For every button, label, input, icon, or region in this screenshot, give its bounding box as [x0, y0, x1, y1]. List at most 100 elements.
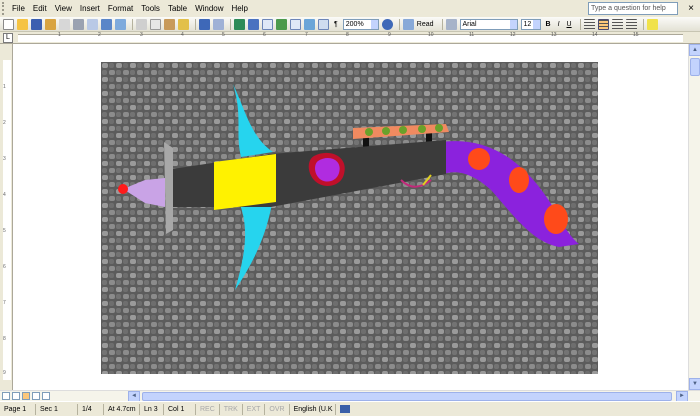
vruler-number: 4 [3, 192, 6, 198]
extend-selection-indicator[interactable]: EXT [243, 403, 266, 415]
save-icon[interactable] [31, 18, 42, 30]
insert-excel-icon[interactable] [276, 18, 287, 30]
justify-icon[interactable] [625, 18, 637, 30]
styles-icon[interactable] [445, 18, 457, 30]
cut-icon[interactable] [136, 18, 147, 30]
menu-view[interactable]: View [51, 0, 76, 17]
stock-spot [468, 148, 490, 170]
undo-icon[interactable] [199, 18, 210, 30]
help-icon[interactable] [381, 18, 393, 30]
spelling-icon[interactable] [101, 18, 112, 30]
ruler-number: 2 [98, 32, 101, 38]
ruler-number: 13 [551, 32, 557, 38]
vertical-ruler[interactable]: 1 2 3 4 5 6 7 8 9 [0, 44, 13, 390]
status-page[interactable]: Page 1 [0, 403, 36, 415]
italic-button[interactable]: I [556, 19, 562, 30]
chevron-down-icon [370, 19, 378, 29]
vertical-scrollbar[interactable]: ▲ ▼ [688, 44, 700, 390]
tables-borders-icon[interactable] [248, 18, 259, 30]
toolbar-separator [195, 18, 196, 30]
scope-dot [435, 124, 443, 132]
vertical-scroll-thumb[interactable] [690, 58, 700, 76]
underline-button[interactable]: U [565, 19, 574, 30]
language-indicator[interactable]: English (U.K [290, 403, 336, 415]
horizontal-scroll-thumb[interactable] [142, 392, 672, 401]
reading-layout-view-icon[interactable] [42, 392, 50, 400]
status-column[interactable]: Col 1 [164, 403, 196, 415]
zoom-select[interactable]: 200% [342, 18, 379, 30]
vruler-number: 8 [3, 336, 6, 342]
toolbar-separator [441, 18, 443, 30]
read-icon [402, 18, 414, 30]
email-icon[interactable] [59, 18, 70, 30]
ruler-number: 15 [633, 32, 639, 38]
scroll-up-button[interactable]: ▲ [689, 44, 700, 56]
overtype-indicator[interactable]: OVR [265, 403, 290, 415]
show-formatting-button[interactable]: ¶ [332, 19, 340, 30]
paste-icon[interactable] [164, 18, 175, 30]
menu-format[interactable]: Format [104, 0, 137, 17]
toolbar-separator [398, 18, 400, 30]
status-position[interactable]: At 4.7cm [104, 403, 140, 415]
tab-selector[interactable]: L [3, 33, 13, 43]
ruler-number: 8 [346, 32, 349, 38]
print-layout-view-icon[interactable] [22, 392, 30, 400]
copy-icon[interactable] [150, 18, 161, 30]
track-changes-indicator[interactable]: TRK [220, 403, 243, 415]
status-line[interactable]: Ln 3 [140, 403, 164, 415]
spelling-status-icon[interactable] [336, 404, 354, 415]
menu-file[interactable]: File [8, 0, 29, 17]
vruler-number: 1 [3, 84, 6, 90]
ruler-number: 11 [469, 32, 475, 38]
web-layout-view-icon[interactable] [12, 392, 20, 400]
redo-icon[interactable] [213, 18, 224, 30]
align-right-icon[interactable] [611, 18, 623, 30]
research-icon[interactable] [115, 18, 126, 30]
menu-help[interactable]: Help [228, 0, 252, 17]
close-document-button[interactable]: × [688, 2, 694, 15]
print-icon[interactable] [73, 18, 84, 30]
stock-spot [544, 204, 568, 234]
menu-table[interactable]: Table [164, 0, 191, 17]
help-search-input[interactable]: Type a question for help [588, 2, 678, 15]
center-icon[interactable] [597, 18, 609, 30]
document-map-icon[interactable] [318, 18, 329, 30]
embedded-picture[interactable] [101, 62, 598, 374]
permission-icon[interactable] [45, 18, 56, 30]
menu-insert[interactable]: Insert [76, 0, 104, 17]
insert-table-icon[interactable] [262, 18, 273, 30]
font-size-select[interactable]: 12 [520, 18, 541, 30]
menu-tools[interactable]: Tools [137, 0, 164, 17]
drawing-icon[interactable] [304, 18, 315, 30]
scroll-down-button[interactable]: ▼ [689, 378, 700, 390]
new-document-icon[interactable] [3, 18, 14, 30]
status-section[interactable]: Sec 1 [36, 403, 78, 415]
record-macro-indicator[interactable]: REC [196, 403, 220, 415]
status-page-count[interactable]: 1/4 [78, 403, 104, 415]
scope-dot [365, 128, 373, 136]
toolbar-separator [642, 18, 644, 30]
bold-button[interactable]: B [544, 19, 553, 30]
toolbar-grip[interactable] [2, 2, 6, 15]
normal-view-icon[interactable] [2, 392, 10, 400]
menu-edit[interactable]: Edit [29, 0, 51, 17]
print-preview-icon[interactable] [87, 18, 98, 30]
outline-view-icon[interactable] [32, 392, 40, 400]
vertical-ruler-band [3, 60, 11, 380]
ruler-number: 10 [428, 32, 434, 38]
align-left-icon[interactable] [583, 18, 595, 30]
columns-icon[interactable] [290, 18, 301, 30]
horizontal-ruler[interactable]: L 1 2 3 4 5 6 7 8 9 10 11 12 13 14 15 [0, 32, 700, 44]
font-select[interactable]: Arial [459, 18, 518, 30]
hyperlink-icon[interactable] [234, 18, 245, 30]
document-page[interactable] [13, 44, 688, 390]
read-button[interactable]: Read [415, 19, 436, 30]
horizontal-scrollbar[interactable]: ◄ ► [0, 390, 700, 402]
menu-window[interactable]: Window [191, 0, 227, 17]
open-folder-icon[interactable] [17, 18, 28, 30]
status-bar: Page 1 Sec 1 1/4 At 4.7cm Ln 3 Col 1 REC… [0, 401, 700, 416]
highlight-icon[interactable] [646, 18, 658, 30]
vruler-number: 2 [3, 120, 6, 126]
format-painter-icon[interactable] [178, 18, 189, 30]
chevron-down-icon [532, 19, 540, 29]
